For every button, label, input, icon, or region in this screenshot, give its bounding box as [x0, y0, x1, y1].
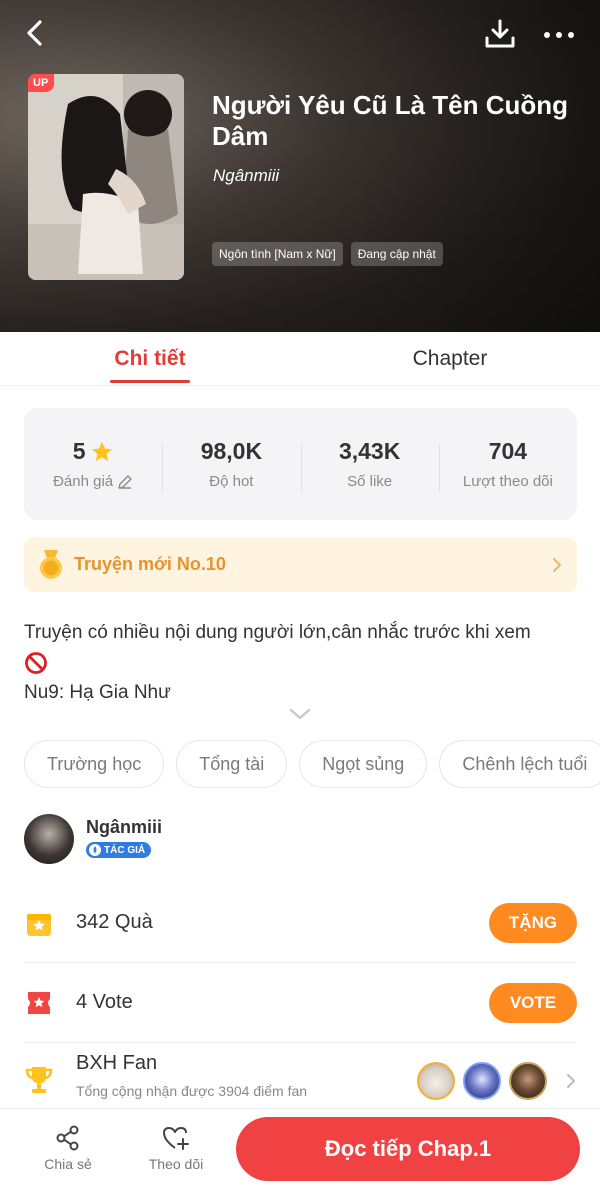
chevron-down-icon[interactable]	[288, 706, 312, 722]
hero-tags: Ngôn tình [Nam x Nữ] Đang cập nhật	[212, 242, 443, 266]
book-header: UP Người Yêu Cũ Là Tên Cuồng Dâm Ngânmii…	[0, 0, 600, 332]
likes-value: 3,43K	[338, 438, 401, 464]
share-button[interactable]: Chia sẻ	[14, 1124, 122, 1172]
avatar[interactable]	[509, 1062, 547, 1100]
stats-card: 5 Đánh giá 98,0K Độ hot 3,43K Số like 70…	[24, 408, 577, 520]
genre-tag[interactable]: Ngọt sủng	[299, 740, 428, 788]
tag-genre[interactable]: Ngôn tình [Nam x Nữ]	[212, 242, 343, 266]
stat-followers: 704 Lượt theo dõi	[438, 438, 577, 492]
vote-button[interactable]: VOTE	[489, 982, 577, 1023]
download-button[interactable]	[482, 16, 518, 52]
book-cover: UP	[28, 74, 184, 280]
book-description: Truyện có nhiều nội dung người lớn,cân n…	[24, 618, 584, 708]
more-options-button[interactable]	[538, 18, 580, 52]
chevron-right-icon	[567, 1074, 575, 1088]
bottom-action-bar: Chia sẻ Theo dõi Đọc tiếp Chap.1	[0, 1108, 600, 1187]
stat-likes: 3,43K Số like	[300, 438, 439, 492]
tab-chapters[interactable]: Chapter	[300, 332, 600, 385]
avatar[interactable]	[463, 1062, 501, 1100]
fan-ranking-title: BXH Fan	[76, 1052, 158, 1074]
ticket-icon	[28, 991, 50, 1014]
top-fans	[417, 1062, 577, 1100]
continue-reading-button[interactable]: Đọc tiếp Chap.1	[236, 1117, 580, 1181]
up-badge: UP	[28, 74, 55, 92]
star-icon	[91, 441, 112, 461]
author-name[interactable]: Ngânmiii	[86, 817, 162, 838]
avatar[interactable]	[24, 814, 74, 864]
book-title: Người Yêu Cũ Là Tên Cuồng Dâm	[212, 90, 569, 151]
stat-rating[interactable]: 5 Đánh giá	[24, 438, 162, 490]
description-character: Nu9: Hạ Gia Như	[24, 682, 171, 703]
follow-label: Theo dõi	[148, 1156, 204, 1172]
gift-count: 342 Quà	[76, 911, 153, 933]
no-entry-icon	[25, 652, 47, 674]
trophy-icon	[25, 1067, 53, 1093]
ranking-label: Truyện mới No.10	[74, 554, 226, 574]
author-card[interactable]: Ngânmiii TÁC GIẢ	[24, 814, 162, 864]
follow-button[interactable]: Theo dõi	[122, 1124, 230, 1172]
genre-tag[interactable]: Tổng tài	[176, 740, 288, 788]
description-warning: Truyện có nhiều nội dung người lớn,cân n…	[24, 622, 531, 643]
vote-count: 4 Vote	[76, 991, 133, 1013]
medal-icon	[40, 549, 62, 579]
followers-value: 704	[488, 438, 528, 464]
drop-icon	[89, 844, 101, 856]
back-button[interactable]	[18, 16, 50, 50]
stat-hot: 98,0K Độ hot	[162, 438, 300, 492]
fan-ranking-row[interactable]: BXH Fan Tổng cộng nhận được 3904 điểm fa…	[24, 1052, 577, 1112]
detail-tabs: Chi tiết Chapter	[0, 332, 600, 386]
chevron-right-icon	[553, 557, 561, 572]
download-icon	[485, 19, 515, 48]
hot-value: 98,0K	[200, 438, 263, 464]
cover-image	[28, 74, 184, 280]
share-label: Chia sẻ	[44, 1156, 92, 1172]
fan-points: Tổng cộng nhận được 3904 điểm fan	[76, 1083, 308, 1099]
more-dots-icon	[544, 32, 550, 38]
hero-author-link[interactable]: Ngânmiii	[213, 166, 279, 186]
pencil-icon[interactable]	[117, 474, 133, 490]
gift-icon	[27, 913, 51, 936]
tag-status: Đang cập nhật	[350, 242, 443, 266]
followers-label: Lượt theo dõi	[462, 473, 553, 490]
share-icon	[56, 1125, 79, 1151]
genre-tag[interactable]: Trường học	[24, 740, 165, 788]
vote-row: 4 Vote VOTE	[24, 963, 577, 1043]
gift-button[interactable]: TẶNG	[489, 902, 577, 943]
rating-label: Đánh giá	[53, 473, 114, 490]
ranking-banner[interactable]: Truyện mới No.10	[24, 537, 577, 592]
author-badge: TÁC GIẢ	[86, 842, 152, 858]
hot-label: Độ hot	[209, 473, 254, 490]
heart-plus-icon	[163, 1127, 189, 1150]
gift-row: 342 Quà TẶNG	[24, 883, 577, 963]
likes-label: Số like	[347, 473, 393, 490]
avatar[interactable]	[417, 1062, 455, 1100]
back-arrow-icon	[27, 20, 42, 46]
genre-tags: Trường học Tổng tài Ngọt sủng Chênh lệch…	[24, 740, 600, 788]
tab-details[interactable]: Chi tiết	[0, 332, 300, 385]
rating-value: 5	[72, 438, 86, 464]
genre-tag[interactable]: Chênh lệch tuổi	[439, 740, 600, 788]
